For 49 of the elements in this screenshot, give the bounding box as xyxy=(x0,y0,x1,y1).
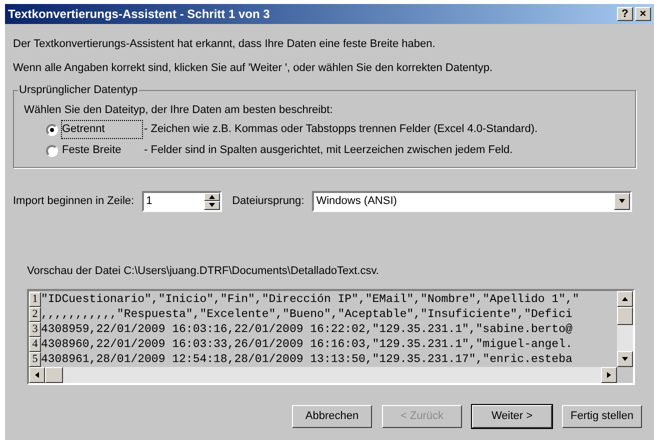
dialog-button[interactable]: Fertig stellen xyxy=(562,405,642,428)
group-prompt: Wählen Sie den Dateityp, der Ihre Daten am besten beschreibt: xyxy=(24,103,334,118)
scroll-thumb[interactable] xyxy=(617,307,633,325)
row-number: 4 xyxy=(29,337,41,352)
intro-text: Der Textkonvertierungs-Assistent hat erkannt, dass Ihre Daten eine feste Breite haben. xyxy=(13,37,436,52)
row-number: 3 xyxy=(29,322,41,337)
preview-line: ,,,,,,,,,,,"Respuesta","Excelente","Bueno","Aceptable","Insuficiente","Defici xyxy=(41,307,572,322)
spin-up-button[interactable] xyxy=(204,192,220,201)
dialog-button[interactable]: Weiter > xyxy=(472,405,552,428)
window-title: Textkonvertierungs-Assistent - Schritt 1 von 3 xyxy=(8,6,270,23)
spin-down-button[interactable] xyxy=(204,201,220,210)
horizontal-scrollbar[interactable] xyxy=(29,367,617,383)
left-arrow-icon xyxy=(34,371,40,379)
start-row-spinner[interactable]: 1 xyxy=(142,190,222,212)
scroll-left-button[interactable] xyxy=(29,367,45,383)
radio-label[interactable]: Getrennt xyxy=(62,121,142,138)
help-button[interactable]: ? xyxy=(617,7,633,21)
option-description: - Felder sind in Spalten ausgerichtet, mit Leerzeichen zwischen jedem Feld. xyxy=(144,143,513,158)
option-description: - Zeichen wie z.B. Kommas oder Tabstopps trennen Felder (Excel 4.0-Standard). xyxy=(144,122,538,138)
scroll-thumb[interactable] xyxy=(45,367,63,383)
up-arrow-icon xyxy=(208,194,216,200)
preview-line: 4308959,22/01/2009 16:03:16,22/01/2009 16:22:02,"129.35.231.1","sabine.berto@ xyxy=(41,322,572,337)
intro-text: Wenn alle Angaben korrekt sind, klicken Sie auf 'Weiter ', oder wählen Sie den korrekten Datentyp. xyxy=(13,61,494,76)
radio-button[interactable] xyxy=(46,144,58,156)
up-arrow-icon xyxy=(621,296,629,302)
close-button[interactable]: × xyxy=(635,7,651,21)
row-number: 5 xyxy=(29,352,41,367)
scroll-up-button[interactable] xyxy=(617,291,633,307)
dropdown-button[interactable] xyxy=(614,192,630,210)
start-row-label: Import beginnen in Zeile: xyxy=(13,194,134,209)
scroll-right-button[interactable] xyxy=(601,367,617,383)
preview-label: Vorschau der Datei C:\Users\juang.DTRF\Documents\DetalladoText.csv. xyxy=(27,264,380,279)
down-arrow-icon xyxy=(208,202,216,208)
down-arrow-icon xyxy=(618,198,626,204)
scroll-down-button[interactable] xyxy=(617,351,633,367)
radio-button[interactable] xyxy=(46,124,58,136)
origin-label: Dateiursprung: xyxy=(232,194,304,209)
preview-line: 4308961,28/01/2009 12:54:18,28/01/2009 13:13:50,"129.35.231.17","enric.esteba xyxy=(41,352,572,367)
down-arrow-icon xyxy=(621,356,629,362)
preview-line: 4308960,22/01/2009 16:03:33,26/01/2009 16:16:03,"129.35.231.1","miguel-angel. xyxy=(41,337,572,352)
vertical-scrollbar[interactable] xyxy=(617,291,633,367)
right-arrow-icon xyxy=(606,371,612,379)
origin-dropdown[interactable]: Windows (ANSI) xyxy=(312,190,632,212)
preview-line: "IDCuestionario","Inicio","Fin","Dirección IP","EMail","Nombre","Apellido 1"," xyxy=(41,292,580,307)
row-number: 1 xyxy=(29,292,41,307)
group-title: Ursprünglicher Datentyp xyxy=(18,83,139,98)
dialog-button[interactable]: Abbrechen xyxy=(292,405,372,428)
radio-label[interactable]: Feste Breite xyxy=(62,142,142,159)
row-number: 2 xyxy=(29,307,41,322)
